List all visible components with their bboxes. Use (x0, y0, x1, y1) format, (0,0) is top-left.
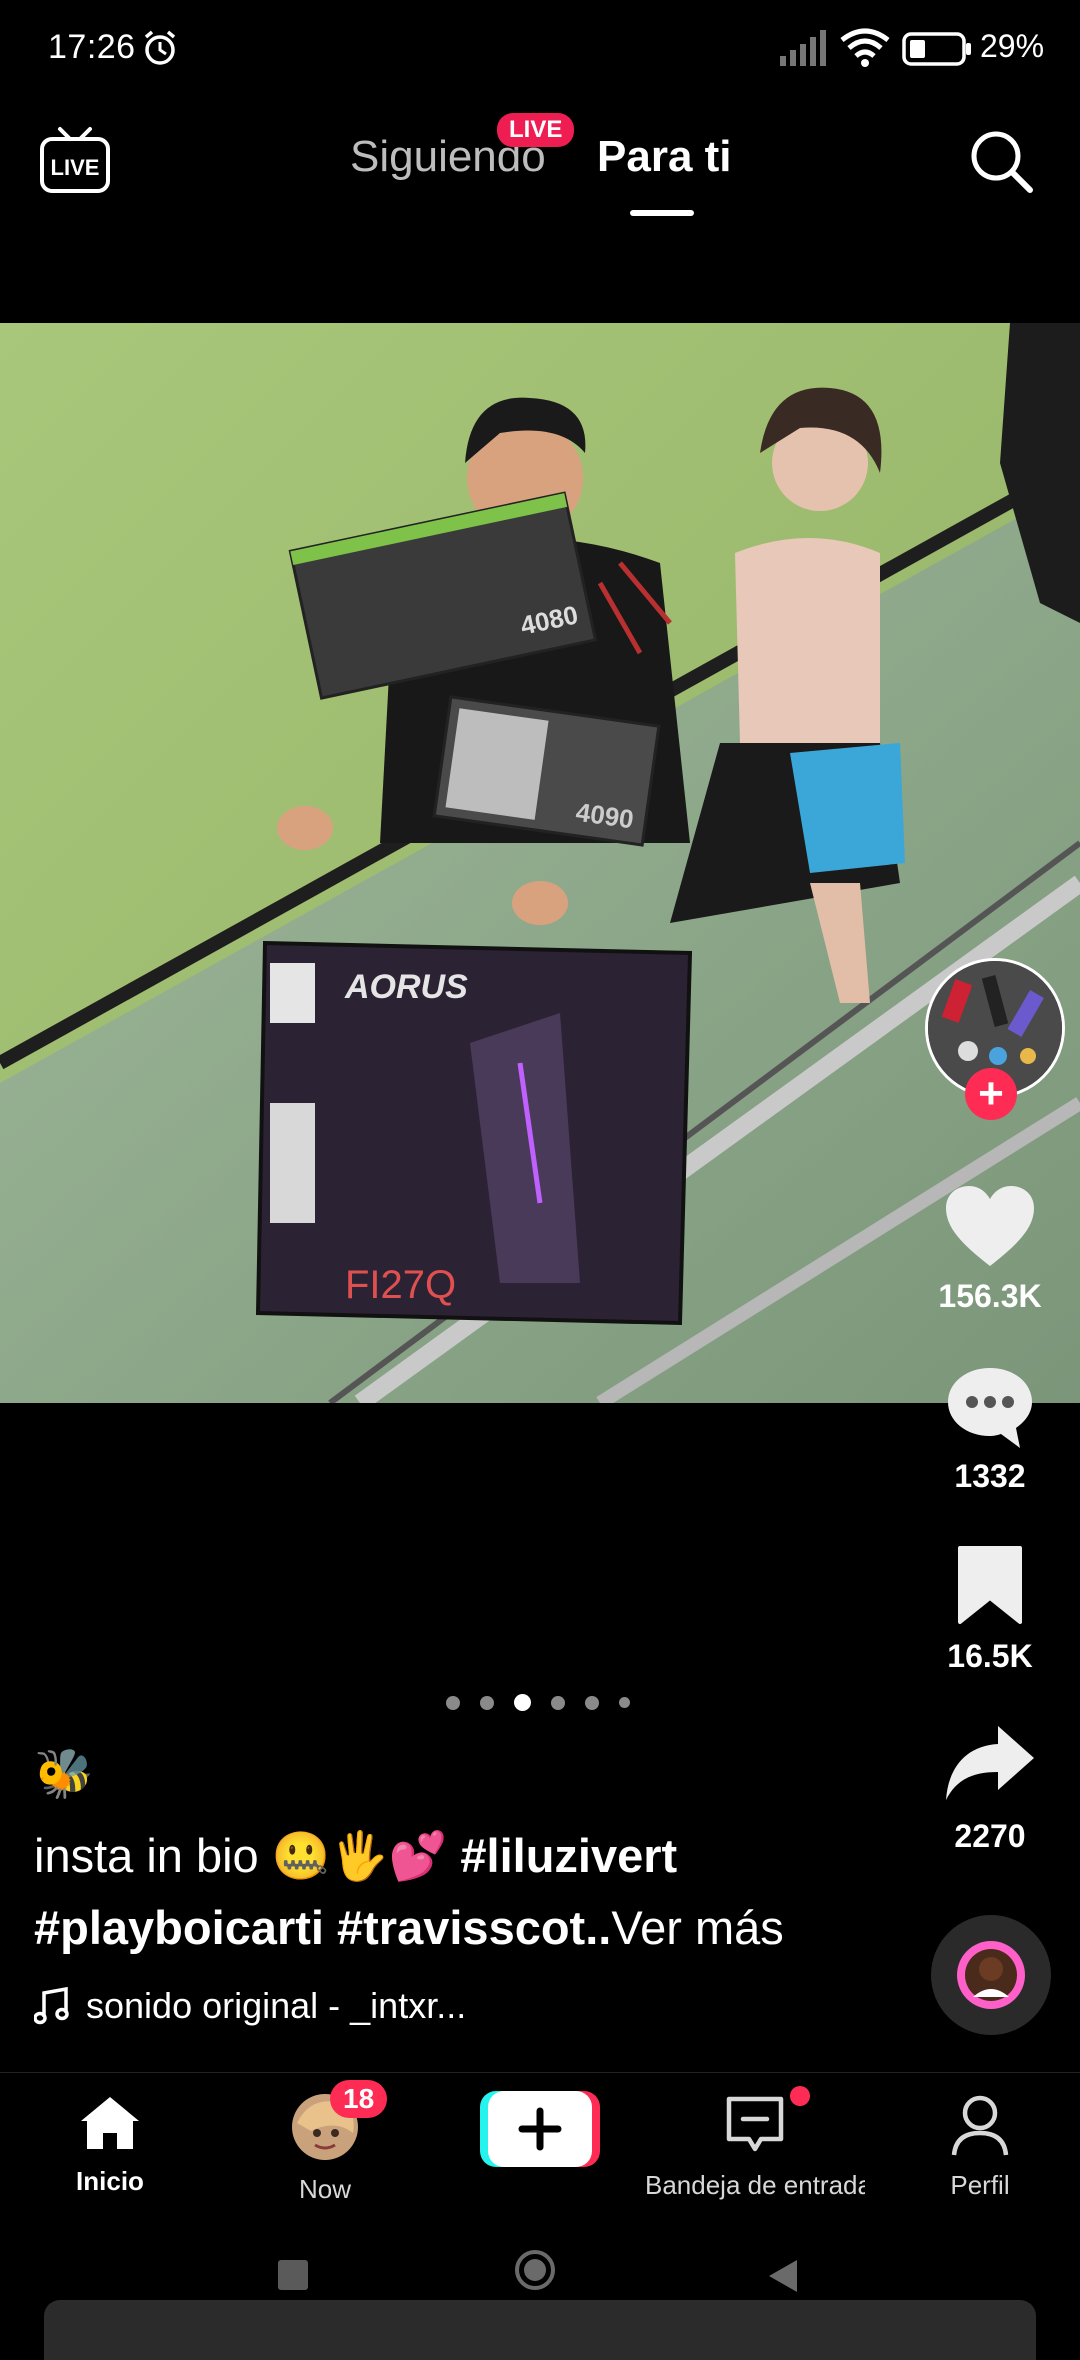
like-heart-icon[interactable] (944, 1184, 1036, 1268)
create-button[interactable] (480, 2091, 600, 2174)
caption-ellipsis: .. (585, 1901, 612, 1954)
page-dot (551, 1695, 565, 1710)
hashtag[interactable]: #liluzivert (460, 1829, 677, 1882)
now-notification-badge: 18 (330, 2080, 388, 2118)
live-icon-text: LIVE (51, 155, 100, 180)
nav-profile-label: Perfil (950, 2170, 1010, 2200)
bottom-nav: Inicio Now Bandeja de entrada Perfil (0, 2072, 1080, 2233)
caption-text[interactable]: insta in bio 🤐🖐💕 #liluzivert #playboicart… (34, 1820, 894, 1964)
music-disc[interactable] (931, 1915, 1051, 2035)
active-tab-indicator (630, 210, 694, 216)
live-badge: LIVE (497, 113, 575, 147)
monitor-box-model: FI27Q (345, 1263, 456, 1307)
gesture-bar (44, 2300, 1036, 2360)
status-time: 17:26 (48, 28, 136, 66)
hashtag[interactable]: #playboicarti (34, 1901, 324, 1954)
nav-profile[interactable]: Perfil (930, 2093, 1030, 2201)
wifi-icon (840, 28, 890, 67)
music-note-icon (34, 1987, 69, 2025)
share-count: 2270 (954, 1818, 1026, 1854)
page-dot (585, 1695, 599, 1710)
signal-icon (780, 30, 826, 66)
nav-inbox[interactable]: Bandeja de entrada (645, 2093, 865, 2201)
image-pagination-dots (446, 1694, 630, 1711)
search-icon[interactable] (968, 128, 1034, 194)
video-frame[interactable]: 4080 4090 AORUS FI27Q (0, 323, 1080, 1403)
caption-emoji: 🐝 (34, 1748, 94, 1801)
share-arrow-icon[interactable] (942, 1720, 1038, 1804)
inbox-notification-dot (790, 2086, 810, 2106)
caption-body: insta in bio 🤐🖐💕 (34, 1829, 461, 1882)
tab-for-you[interactable]: Para ti (597, 132, 732, 182)
profile-icon (951, 2095, 1009, 2156)
system-home-button[interactable] (515, 2250, 555, 2290)
nav-now-label: Now (298, 2174, 351, 2204)
live-tv-icon[interactable]: LIVE (38, 125, 112, 195)
see-more-link[interactable]: Ver más (611, 1901, 783, 1954)
home-icon (81, 2097, 139, 2149)
page-dot (446, 1695, 460, 1710)
hashtag[interactable]: #travisscot (337, 1901, 585, 1954)
nav-home-label: Inicio (76, 2166, 144, 2196)
sound-row[interactable]: sonido original - _intxr... (34, 1985, 466, 2027)
bookmark-count: 16.5K (947, 1638, 1033, 1674)
page-dot (619, 1697, 630, 1708)
comment-count: 1332 (954, 1458, 1026, 1494)
sound-label: sonido original - _intxr... (86, 1985, 467, 2026)
comment-icon[interactable] (944, 1364, 1036, 1450)
nav-home[interactable]: Inicio (60, 2093, 160, 2197)
follow-plus-button[interactable]: + (965, 1068, 1017, 1120)
inbox-icon (726, 2096, 784, 2152)
alarm-icon (144, 30, 176, 65)
bookmark-icon[interactable] (954, 1544, 1026, 1624)
recent-apps-button[interactable] (278, 2260, 308, 2290)
page-dot-active (514, 1694, 531, 1711)
page-dot (480, 1695, 494, 1710)
plus-icon (480, 2091, 600, 2167)
like-count: 156.3K (938, 1278, 1042, 1314)
battery-icon (902, 32, 971, 66)
back-triangle-icon[interactable] (765, 2258, 801, 2294)
nav-inbox-label: Bandeja de entrada (645, 2170, 865, 2200)
battery-percentage: 29% (980, 28, 1045, 64)
monitor-box-brand: AORUS (344, 968, 468, 1006)
